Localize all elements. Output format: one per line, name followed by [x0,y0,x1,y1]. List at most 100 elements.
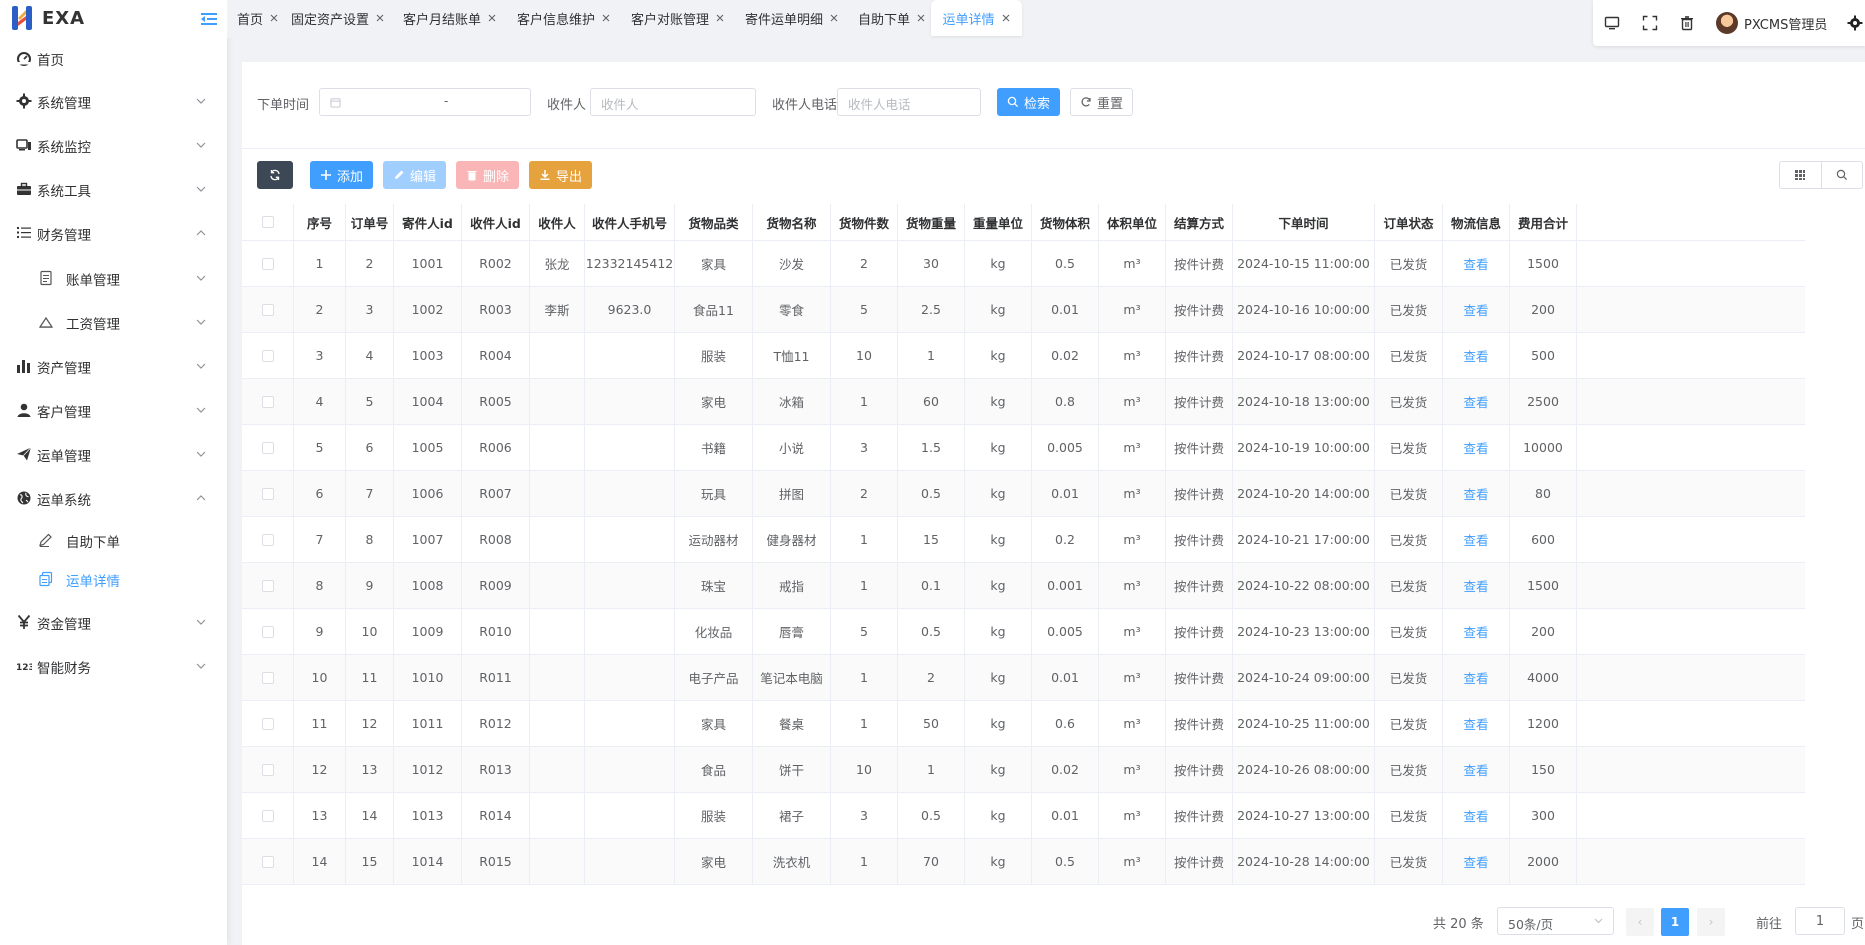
view-logistics-link[interactable]: 查看 [1463,806,1488,825]
view-logistics-link[interactable]: 查看 [1463,714,1488,733]
tab-5[interactable]: 寄件运单明细 [727,0,839,36]
row-checkbox[interactable] [261,763,274,776]
sidebar-item-waybill-system[interactable]: 运单系统 [0,476,227,520]
fullscreen-icon[interactable] [1642,15,1658,31]
logo[interactable]: EXA [0,0,227,40]
view-logistics-link[interactable]: 查看 [1463,760,1488,779]
sidebar-item-self-order[interactable]: 自助下单 [0,518,227,562]
export-button[interactable]: 导出 [529,161,592,189]
tab-4[interactable]: 客户对账管理 [613,0,725,36]
view-logistics-link[interactable]: 查看 [1463,622,1488,641]
row-checkbox[interactable] [261,809,274,822]
close-icon[interactable] [1001,13,1011,23]
user-name[interactable]: PXCMS管理员 [1744,14,1827,33]
row-checkbox[interactable] [261,257,274,270]
delete-button[interactable]: 删除 [456,161,519,189]
tab-2[interactable]: 客户月结账单 [385,0,497,36]
menu-fold-icon[interactable] [200,11,218,27]
column-toggle-button[interactable] [1780,162,1821,188]
close-icon[interactable] [829,13,839,23]
row-checkbox[interactable] [261,349,274,362]
close-icon[interactable] [916,13,926,23]
page-size-select[interactable]: 50条/页 [1497,907,1614,935]
row-checkbox[interactable] [261,303,274,316]
close-icon[interactable] [715,13,725,23]
table-row[interactable]: 2 3 1002 R003 李斯 9623.0 食品11 零食 5 2.5 kg 0.01 m³ 按件计费… [242,287,1805,333]
add-button[interactable]: 添加 [310,161,373,189]
table-row[interactable]: 14 15 1014 R015 家电 洗衣机 1 70 kg 0.5 m³ 按件计费 2024-10-2… [242,839,1805,885]
sidebar-item-home[interactable]: 首页 [0,36,227,80]
row-checkbox[interactable] [261,717,274,730]
row-checkbox[interactable] [261,395,274,408]
view-logistics-link[interactable]: 查看 [1463,438,1488,457]
toggle-search-button[interactable] [1821,162,1863,188]
table-row[interactable]: 9 10 1009 R010 化妆品 唇膏 5 0.5 kg 0.005 m³ 按件计费 2024-10… [242,609,1805,655]
row-checkbox[interactable] [261,441,274,454]
sidebar-item-funds[interactable]: 资金管理 [0,600,227,644]
table-row[interactable]: 7 8 1007 R008 运动器材 健身器材 1 15 kg 0.2 m³ 按件计费 2024-10-… [242,517,1805,563]
search-button[interactable]: 检索 [997,88,1060,116]
view-logistics-link[interactable]: 查看 [1463,576,1488,595]
sidebar-item-assets[interactable]: 资产管理 [0,344,227,388]
row-checkbox[interactable] [261,533,274,546]
goto-page-input[interactable]: 1 [1795,907,1845,935]
next-page-button[interactable]: › [1697,908,1725,936]
table-row[interactable]: 5 6 1005 R006 书籍 小说 3 1.5 kg 0.005 m³ 按件计费 2024-10-1… [242,425,1805,471]
gear-icon[interactable] [1847,15,1863,31]
edit-button[interactable]: 编辑 [383,161,446,189]
sidebar-item-finance[interactable]: 财务管理 [0,211,227,255]
row-checkbox[interactable] [261,625,274,638]
refresh-button[interactable] [257,161,293,189]
table-row[interactable]: 11 12 1011 R012 家具 餐桌 1 50 kg 0.6 m³ 按件计费 2024-10-25… [242,701,1805,747]
table-row[interactable]: 6 7 1006 R007 玩具 拼图 2 0.5 kg 0.01 m³ 按件计费 2024-10-20… [242,471,1805,517]
view-logistics-link[interactable]: 查看 [1463,300,1488,319]
table-row[interactable]: 3 4 1003 R004 服装 T恤11 10 1 kg 0.02 m³ 按件计费 2024-10-1… [242,333,1805,379]
cell-goods-weight: 1 [898,333,965,378]
monitor-icon[interactable] [1604,15,1620,31]
sidebar-item-smart-finance[interactable]: 123 智能财务 [0,644,227,688]
view-logistics-link[interactable]: 查看 [1463,346,1488,365]
order-time-range-input[interactable]: - [319,88,531,116]
tab-0[interactable]: 首页 [219,0,279,36]
view-logistics-link[interactable]: 查看 [1463,852,1488,871]
table-row[interactable]: 10 11 1010 R011 电子产品 笔记本电脑 1 2 kg 0.01 m³ 按件计费 2024-… [242,655,1805,701]
table-row[interactable]: 4 5 1004 R005 家电 冰箱 1 60 kg 0.8 m³ 按件计费 2024-10-18 1… [242,379,1805,425]
receiver-input[interactable]: 收件人 [590,88,756,116]
close-icon[interactable] [601,13,611,23]
view-logistics-link[interactable]: 查看 [1463,530,1488,549]
view-logistics-link[interactable]: 查看 [1463,668,1488,687]
receiver-phone-input[interactable]: 收件人电话 [837,88,981,116]
sidebar-item-waybill-detail[interactable]: 运单详情 [0,557,227,601]
sidebar-item-salary[interactable]: 工资管理 [0,300,227,344]
tab-3[interactable]: 客户信息维护 [499,0,611,36]
row-checkbox[interactable] [261,855,274,868]
close-icon[interactable] [375,13,385,23]
row-checkbox[interactable] [261,579,274,592]
sidebar-item-customer[interactable]: 客户管理 [0,388,227,432]
sidebar-item-bill[interactable]: 账单管理 [0,256,227,300]
prev-page-button[interactable]: ‹ [1626,908,1654,936]
view-logistics-link[interactable]: 查看 [1463,392,1488,411]
row-checkbox[interactable] [261,671,274,684]
avatar[interactable] [1716,12,1738,34]
table-row[interactable]: 12 13 1012 R013 食品 饼干 10 1 kg 0.02 m³ 按件计费 2024-10-2… [242,747,1805,793]
view-logistics-link[interactable]: 查看 [1463,254,1488,273]
trash-icon[interactable] [1679,15,1695,31]
close-icon[interactable] [487,13,497,23]
table-row[interactable]: 1 2 1001 R002 张龙 12332145412 家具 沙发 2 30 kg 0.5 m³ 按件计… [242,241,1805,287]
sidebar-item-monitor[interactable]: 系统监控 [0,123,227,167]
table-row[interactable]: 13 14 1013 R014 服装 裙子 3 0.5 kg 0.01 m³ 按件计费 2024-10-… [242,793,1805,839]
page-1-button[interactable]: 1 [1661,908,1689,936]
sidebar-item-tools[interactable]: 系统工具 [0,167,227,211]
sidebar-item-waybill[interactable]: 运单管理 [0,432,227,476]
sidebar-item-system[interactable]: 系统管理 [0,79,227,123]
tab-6[interactable]: 自助下单 [840,0,926,36]
row-checkbox[interactable] [261,487,274,500]
reset-button[interactable]: 重置 [1070,88,1133,116]
select-all-checkbox[interactable] [261,216,274,228]
tab-7[interactable]: 运单详情 [931,0,1022,36]
cell-receiver-id: R012 [462,701,530,746]
tab-1[interactable]: 固定资产设置 [273,0,385,36]
table-row[interactable]: 8 9 1008 R009 珠宝 戒指 1 0.1 kg 0.001 m³ 按件计费 2024-10-2… [242,563,1805,609]
view-logistics-link[interactable]: 查看 [1463,484,1488,503]
